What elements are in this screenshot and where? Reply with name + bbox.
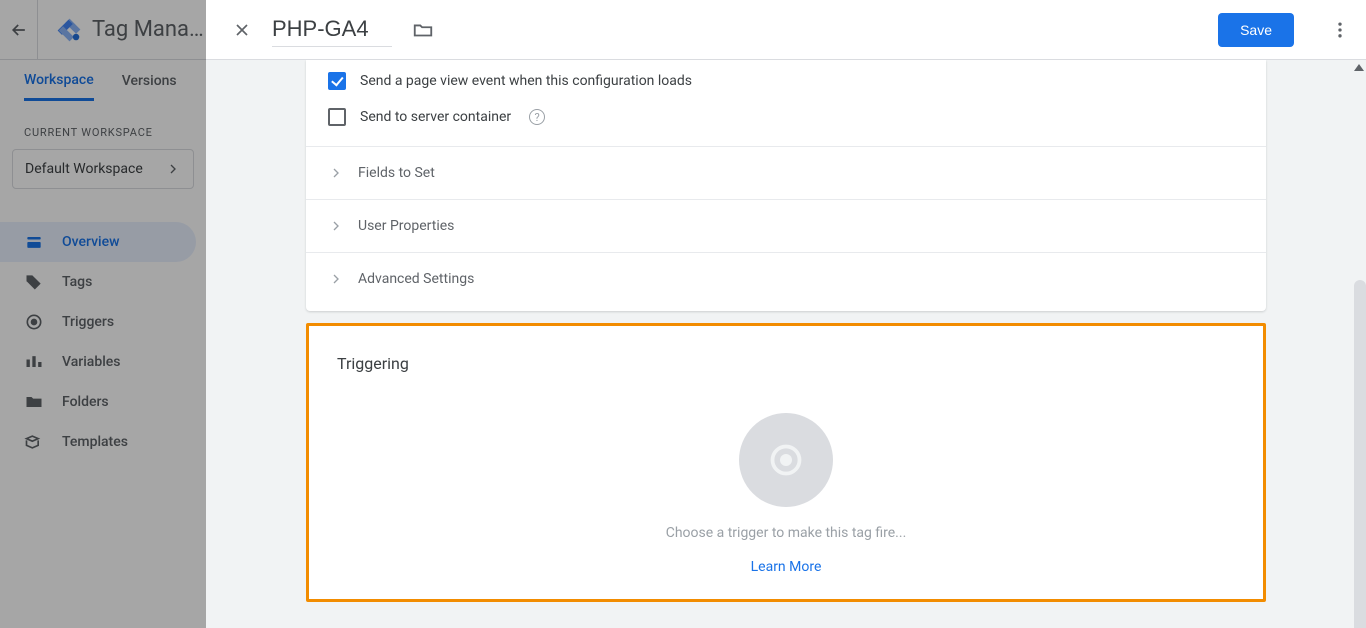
advanced-settings-expander[interactable]: Advanced Settings: [328, 253, 1244, 305]
chevron-right-icon: [328, 271, 344, 287]
triggering-title: Triggering: [337, 354, 1235, 373]
fields-to-set-label: Fields to Set: [358, 165, 435, 181]
scrollbar-thumb[interactable]: [1354, 280, 1366, 628]
tag-editor-panel: Save Send a page view event when this co…: [206, 0, 1366, 628]
scroll-up-arrow[interactable]: [1354, 64, 1364, 71]
chevron-right-icon: [328, 218, 344, 234]
chevron-right-icon: [328, 165, 344, 181]
trigger-placeholder-icon: [739, 413, 833, 507]
tag-configuration-card: Send a page view event when this configu…: [306, 60, 1266, 311]
server-container-label: Send to server container: [360, 109, 511, 125]
user-properties-label: User Properties: [358, 218, 454, 234]
advanced-settings-label: Advanced Settings: [358, 271, 474, 287]
close-panel-button[interactable]: [232, 20, 252, 40]
page-view-checkbox[interactable]: [328, 72, 346, 90]
tag-name-input[interactable]: [272, 12, 392, 47]
server-container-checkbox[interactable]: [328, 108, 346, 126]
more-menu-button[interactable]: [1330, 20, 1350, 40]
page-view-label: Send a page view event when this configu…: [360, 73, 692, 89]
user-properties-expander[interactable]: User Properties: [328, 200, 1244, 252]
fields-to-set-expander[interactable]: Fields to Set: [328, 147, 1244, 199]
triggering-card[interactable]: Triggering Choose a trigger to make this…: [306, 323, 1266, 602]
folder-button[interactable]: [412, 19, 434, 41]
learn-more-link[interactable]: Learn More: [751, 559, 822, 575]
trigger-prompt-text: Choose a trigger to make this tag fire..…: [666, 525, 907, 541]
help-icon[interactable]: ?: [529, 109, 545, 125]
save-button[interactable]: Save: [1218, 13, 1294, 47]
